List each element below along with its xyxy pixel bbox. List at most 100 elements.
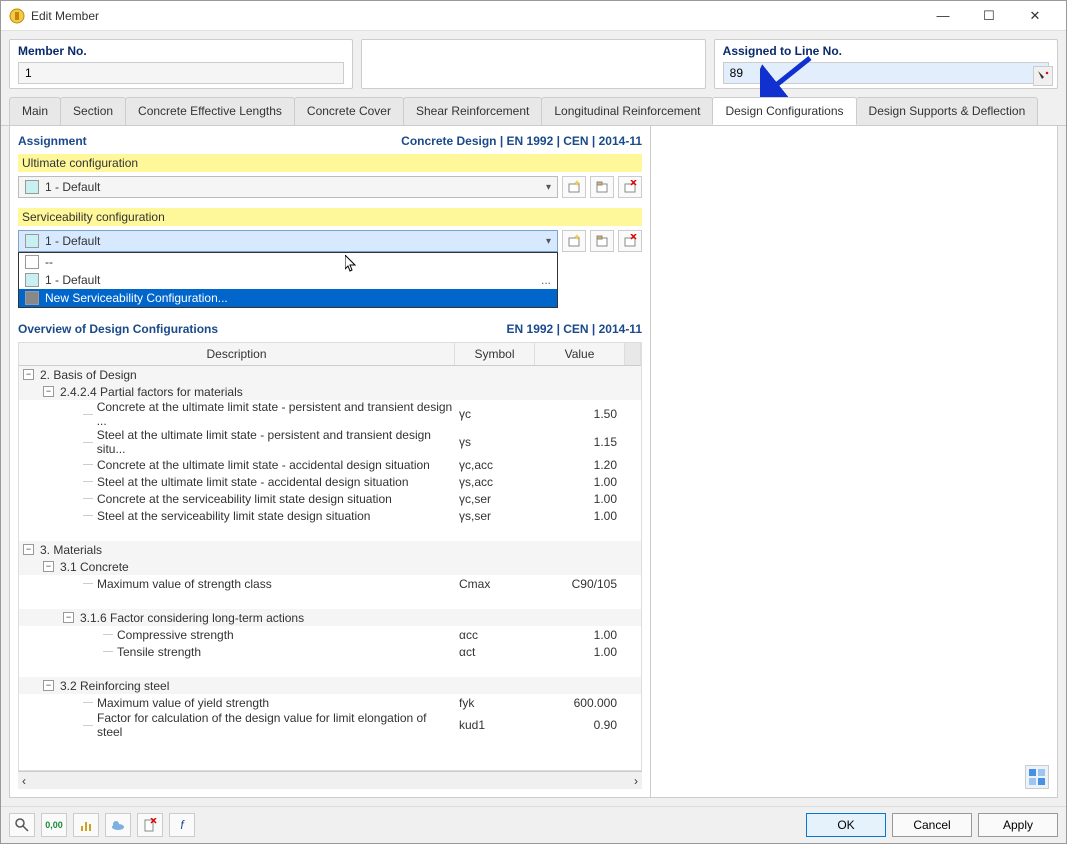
table-row[interactable]: Factor for calculation of the design val… <box>19 711 641 739</box>
table-header: Description Symbol Value <box>19 343 641 366</box>
folder-icon <box>595 180 609 194</box>
scroll-right-icon[interactable]: › <box>634 774 638 788</box>
apply-button[interactable]: Apply <box>978 813 1058 837</box>
ultimate-config-label: Ultimate configuration <box>18 154 642 172</box>
horizontal-scrollbar[interactable]: ‹ › <box>18 771 642 789</box>
close-button[interactable]: ✕ <box>1012 1 1058 31</box>
overview-section: Overview of Design Configurations EN 199… <box>18 322 642 789</box>
member-no-input[interactable] <box>18 62 344 84</box>
table-row[interactable]: Maximum value of strength classCmaxC90/1… <box>19 575 641 592</box>
table-row[interactable]: Concrete at the serviceability limit sta… <box>19 490 641 507</box>
titlebar: Edit Member — ☐ ✕ <box>1 1 1066 31</box>
member-no-label: Member No. <box>18 44 344 58</box>
pick-line-button[interactable] <box>1033 66 1053 86</box>
table-row[interactable]: −3.1.6 Factor considering long-term acti… <box>19 609 641 626</box>
table-row[interactable]: −3. Materials <box>19 541 641 558</box>
chevron-down-icon: ▾ <box>546 236 551 247</box>
expander-icon[interactable]: − <box>43 680 54 691</box>
tab-section[interactable]: Section <box>60 97 126 125</box>
footer: 0,00 f OK Cancel Apply <box>1 806 1066 843</box>
table-row[interactable]: −2. Basis of Design <box>19 366 641 383</box>
ultimate-config-select[interactable]: 1 - Default ▾ <box>18 176 558 198</box>
tab-longitudinal-reinforcement[interactable]: Longitudinal Reinforcement <box>541 97 713 125</box>
table-row[interactable]: Compressive strengthαcc1.00 <box>19 626 641 643</box>
swatch-icon <box>25 273 39 287</box>
serviceability-config-select[interactable]: 1 - Default ▾ <box>18 230 558 252</box>
edit-config-button[interactable] <box>590 176 614 198</box>
table-row[interactable]: Steel at the serviceability limit state … <box>19 507 641 524</box>
tab-content: Assignment Concrete Design | EN 1992 | C… <box>9 126 1058 798</box>
ok-button[interactable]: OK <box>806 813 886 837</box>
new-sparkle-icon <box>567 180 581 194</box>
grid-icon <box>1029 769 1045 785</box>
dropdown-item-default[interactable]: 1 - Default ... <box>19 271 557 289</box>
dropdown-item-new[interactable]: New Serviceability Configuration... <box>19 289 557 307</box>
swatch-icon <box>25 291 39 305</box>
new-config-button[interactable] <box>562 176 586 198</box>
key-icon <box>15 818 29 832</box>
dropdown-item-blank[interactable]: -- <box>19 253 557 271</box>
table-row[interactable]: −2.4.2.4 Partial factors for materials <box>19 383 641 400</box>
expander-icon[interactable]: − <box>43 561 54 572</box>
col-scrollgutter <box>625 343 641 365</box>
function-button[interactable]: f <box>169 813 195 837</box>
table-row[interactable]: −3.2 Reinforcing steel <box>19 677 641 694</box>
cancel-button[interactable]: Cancel <box>892 813 972 837</box>
serviceability-dropdown: -- 1 - Default ... New Serviceability Co… <box>18 252 558 308</box>
assigned-line-label: Assigned to Line No. <box>723 44 1049 58</box>
filter-button[interactable] <box>73 813 99 837</box>
tab-concrete-cover[interactable]: Concrete Cover <box>294 97 404 125</box>
assignment-header: Assignment Concrete Design | EN 1992 | C… <box>18 134 642 148</box>
tab-design-configurations[interactable]: Design Configurations <box>712 97 856 125</box>
app-icon <box>9 8 25 24</box>
minimize-button[interactable]: — <box>920 1 966 31</box>
view-button[interactable] <box>105 813 131 837</box>
col-description[interactable]: Description <box>19 343 455 365</box>
left-pane: Assignment Concrete Design | EN 1992 | C… <box>10 126 650 797</box>
expander-icon[interactable]: − <box>63 612 74 623</box>
col-value[interactable]: Value <box>535 343 625 365</box>
chevron-down-icon: ▾ <box>546 182 551 193</box>
table-row[interactable]: Maximum value of yield strengthfyk600.00… <box>19 694 641 711</box>
help-button[interactable] <box>9 813 35 837</box>
overview-title: Overview of Design Configurations <box>18 322 218 336</box>
edit-config-button[interactable] <box>590 230 614 252</box>
ultimate-config-value: 1 - Default <box>45 180 546 194</box>
table-row[interactable]: Steel at the ultimate limit state - pers… <box>19 428 641 456</box>
graphics-button[interactable] <box>1025 765 1049 789</box>
table-row[interactable]: −3.1 Concrete <box>19 558 641 575</box>
delete-config-button[interactable] <box>618 230 642 252</box>
delete-config-button[interactable] <box>618 176 642 198</box>
pick-icon <box>1036 69 1050 83</box>
window-title: Edit Member <box>31 9 920 23</box>
table-body: −2. Basis of Design−2.4.2.4 Partial fact… <box>19 366 641 739</box>
assigned-line-input[interactable] <box>723 62 1049 84</box>
assigned-line-field: Assigned to Line No. <box>714 39 1058 89</box>
overview-table[interactable]: Description Symbol Value −2. Basis of De… <box>18 342 642 771</box>
delete-x-icon <box>623 234 637 248</box>
table-row[interactable]: Steel at the ultimate limit state - acci… <box>19 473 641 490</box>
assignment-design-info: Concrete Design | EN 1992 | CEN | 2014-1… <box>401 134 642 148</box>
col-symbol[interactable]: Symbol <box>455 343 535 365</box>
overview-design-info: EN 1992 | CEN | 2014-11 <box>507 322 642 336</box>
tab-main[interactable]: Main <box>9 97 61 125</box>
expander-icon[interactable]: − <box>23 544 34 555</box>
assignment-title: Assignment <box>18 134 87 148</box>
expander-icon[interactable]: − <box>43 386 54 397</box>
folder-icon <box>595 234 609 248</box>
tab-shear-reinforcement[interactable]: Shear Reinforcement <box>403 97 542 125</box>
expander-icon[interactable]: − <box>23 369 34 380</box>
tab-design-supports-deflection[interactable]: Design Supports & Deflection <box>856 97 1039 125</box>
units-button[interactable]: 0,00 <box>41 813 67 837</box>
table-row[interactable]: Concrete at the ultimate limit state - a… <box>19 456 641 473</box>
table-row[interactable]: Concrete at the ultimate limit state - p… <box>19 400 641 428</box>
tabs-row: MainSectionConcrete Effective LengthsCon… <box>1 97 1066 126</box>
swatch-icon <box>25 255 39 269</box>
tab-concrete-effective-lengths[interactable]: Concrete Effective Lengths <box>125 97 295 125</box>
new-sparkle-icon <box>567 234 581 248</box>
table-row[interactable]: Tensile strengthαct1.00 <box>19 643 641 660</box>
new-config-button[interactable] <box>562 230 586 252</box>
clear-button[interactable] <box>137 813 163 837</box>
maximize-button[interactable]: ☐ <box>966 1 1012 31</box>
scroll-left-icon[interactable]: ‹ <box>22 774 26 788</box>
